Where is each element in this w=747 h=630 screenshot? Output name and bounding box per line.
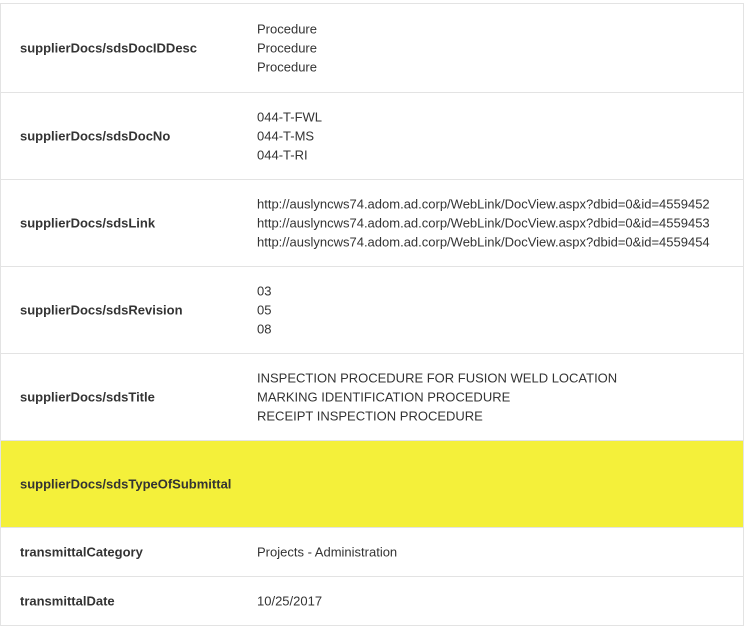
table-row: supplierDocs/sdsDocIDDesc Procedure Proc… bbox=[1, 3, 743, 93]
value-line: http://auslyncws74.adom.ad.corp/WebLink/… bbox=[257, 234, 710, 250]
row-value: Procedure Procedure Procedure bbox=[257, 20, 317, 77]
value-line: Procedure bbox=[257, 40, 317, 56]
row-key: supplierDocs/sdsDocNo bbox=[20, 128, 171, 144]
row-key: supplierDocs/sdsLink bbox=[20, 215, 156, 231]
row-key: transmittalDate bbox=[20, 593, 115, 609]
value-line: Projects - Administration bbox=[257, 544, 398, 560]
value-line: Procedure bbox=[257, 59, 317, 75]
value-line: RECEIPT INSPECTION PROCEDURE bbox=[257, 408, 483, 424]
value-line: INSPECTION PROCEDURE FOR FUSION WELD LOC… bbox=[257, 370, 618, 386]
table-row: supplierDocs/sdsRevision 03 05 08 bbox=[1, 267, 743, 354]
value-line: 044-T-RI bbox=[257, 147, 308, 163]
table-row: transmittalCategory Projects - Administr… bbox=[1, 528, 743, 577]
row-value: INSPECTION PROCEDURE FOR FUSION WELD LOC… bbox=[257, 369, 617, 426]
table-row: supplierDocs/sdsDocNo 044-T-FWL 044-T-MS… bbox=[1, 93, 743, 180]
value-line: 10/25/2017 bbox=[257, 593, 323, 609]
value-line: 05 bbox=[257, 302, 272, 318]
row-value: 10/25/2017 bbox=[257, 592, 322, 611]
value-line: http://auslyncws74.adom.ad.corp/WebLink/… bbox=[257, 215, 710, 231]
row-key: transmittalCategory bbox=[20, 544, 143, 560]
value-line: http://auslyncws74.adom.ad.corp/WebLink/… bbox=[257, 196, 710, 212]
properties-table: supplierDocs/sdsDocIDDesc Procedure Proc… bbox=[0, 3, 744, 626]
table-row: supplierDocs/sdsTitle INSPECTION PROCEDU… bbox=[1, 354, 743, 441]
table-row-highlighted: supplierDocs/sdsTypeOfSubmittal bbox=[1, 441, 743, 528]
row-value: http://auslyncws74.adom.ad.corp/WebLink/… bbox=[257, 195, 710, 252]
value-line: MARKING IDENTIFICATION PROCEDURE bbox=[257, 389, 511, 405]
row-key: supplierDocs/sdsRevision bbox=[20, 302, 183, 318]
row-key: supplierDocs/sdsTypeOfSubmittal bbox=[20, 476, 232, 492]
row-value: 044-T-FWL 044-T-MS 044-T-RI bbox=[257, 108, 322, 165]
table-row: transmittalDate 10/25/2017 bbox=[1, 577, 743, 626]
value-line: Procedure bbox=[257, 21, 317, 37]
value-line: 044-T-MS bbox=[257, 128, 315, 144]
row-value: Projects - Administration bbox=[257, 543, 397, 562]
value-line: 03 bbox=[257, 283, 272, 299]
row-key: supplierDocs/sdsDocIDDesc bbox=[20, 40, 198, 56]
row-key: supplierDocs/sdsTitle bbox=[20, 389, 155, 405]
value-line: 044-T-FWL bbox=[257, 109, 323, 125]
table-row: supplierDocs/sdsLink http://auslyncws74.… bbox=[1, 180, 743, 267]
row-value: 03 05 08 bbox=[257, 282, 271, 339]
value-line: 08 bbox=[257, 321, 272, 337]
